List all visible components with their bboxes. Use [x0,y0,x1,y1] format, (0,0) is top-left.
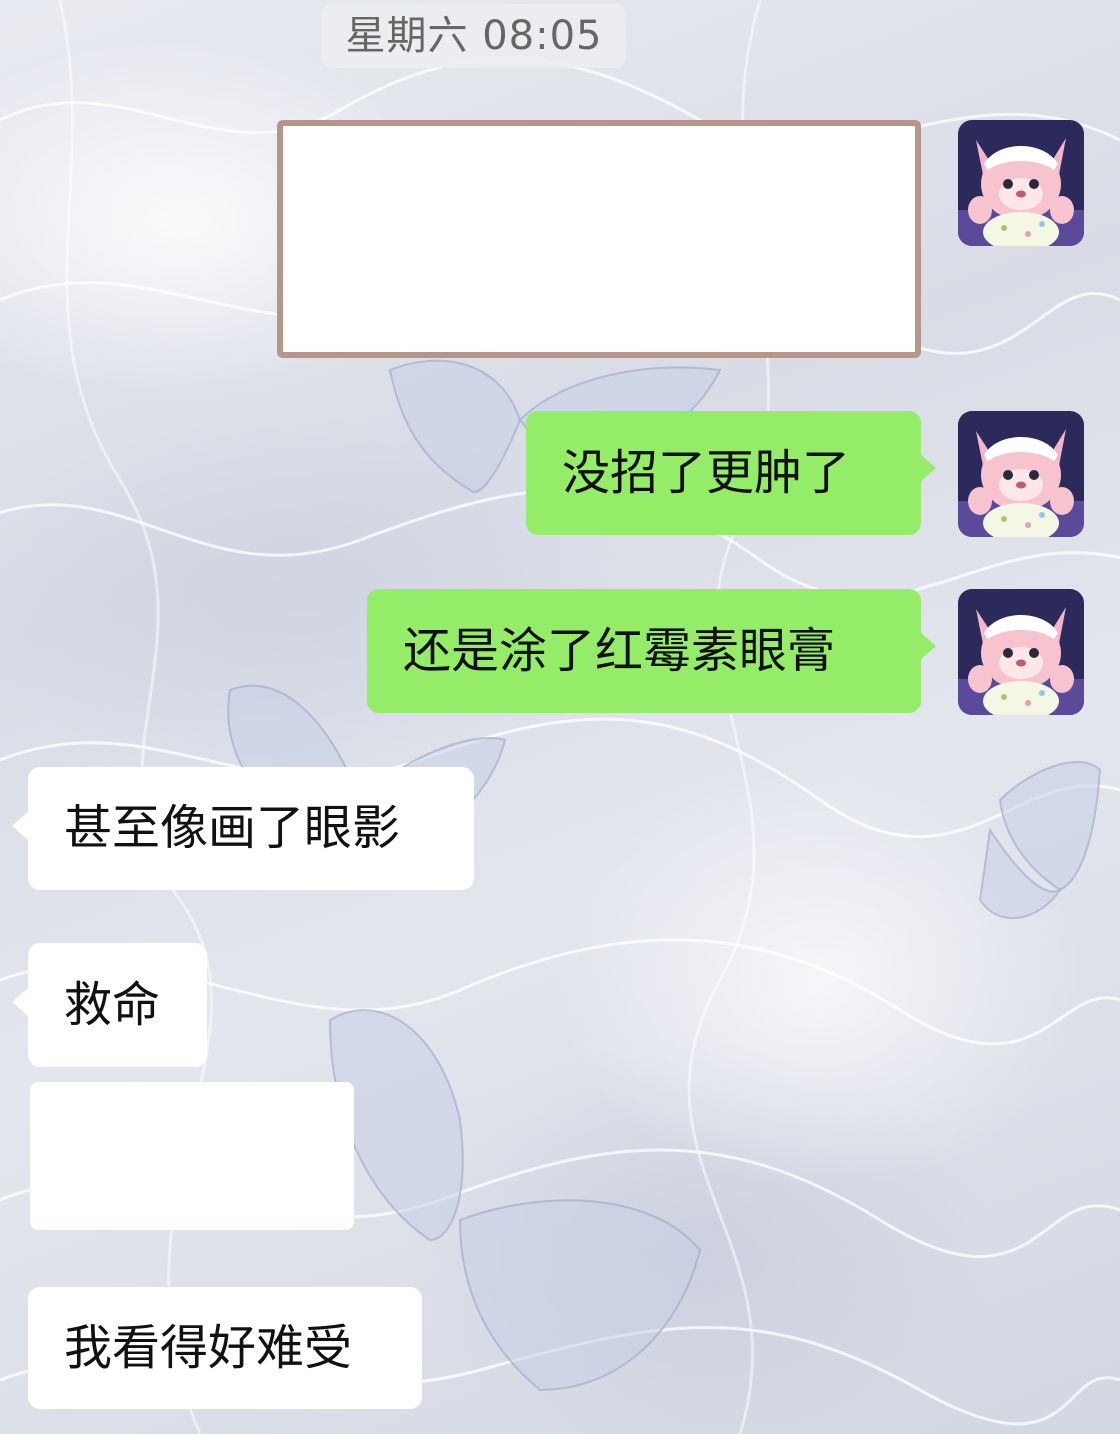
incoming-image-message[interactable] [30,1082,354,1230]
pink-plush-bear-avatar-icon [958,589,1084,715]
message-text: 还是涂了红霉素眼膏 [403,623,836,679]
message-text: 我看得好难受 [64,1320,353,1376]
chat-timestamp: 星期六 08:05 [322,4,626,68]
pink-plush-bear-avatar-icon [958,120,1084,246]
message-text: 救命 [64,977,161,1033]
bubble-tail [920,454,936,482]
bubble-tail [920,632,936,660]
self-avatar[interactable] [958,589,1084,715]
outgoing-image-message[interactable] [277,120,921,358]
bubble-tail [12,812,28,840]
self-avatar[interactable] [958,411,1084,537]
bubble-tail [12,988,28,1016]
outgoing-text-message[interactable]: 没招了更肿了 [526,411,921,535]
self-avatar[interactable] [958,120,1084,246]
chat-area: 星期六 08:05 没招了更肿了 还是涂了红霉素眼膏 甚至像画了眼影 救命 我看… [0,0,1120,1434]
message-text: 没招了更肿了 [562,445,851,501]
pink-plush-bear-avatar-icon [958,411,1084,537]
incoming-text-message[interactable]: 甚至像画了眼影 [28,767,474,890]
outgoing-text-message[interactable]: 还是涂了红霉素眼膏 [367,589,921,713]
incoming-text-message[interactable]: 我看得好难受 [28,1287,422,1409]
incoming-text-message[interactable]: 救命 [28,943,207,1067]
message-text: 甚至像画了眼影 [64,800,401,856]
